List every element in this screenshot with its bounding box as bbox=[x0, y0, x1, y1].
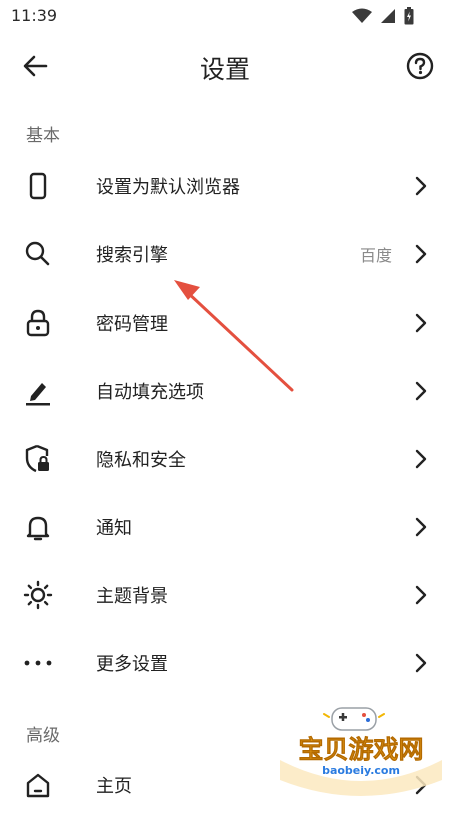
watermark-title: 宝贝游戏网 bbox=[298, 735, 423, 764]
watermark-url: baobeiy.com bbox=[322, 764, 400, 777]
settings-item-more[interactable]: 更多设置 bbox=[0, 629, 450, 697]
settings-item-privacy[interactable]: 隐私和安全 bbox=[0, 425, 450, 493]
settings-item-label: 主题背景 bbox=[96, 586, 168, 607]
settings-item-theme[interactable]: 主题背景 bbox=[0, 561, 450, 629]
settings-item-password[interactable]: 密码管理 bbox=[0, 289, 450, 357]
settings-item-label: 密码管理 bbox=[96, 314, 168, 335]
settings-item-label: 更多设置 bbox=[96, 654, 168, 675]
settings-item-label: 隐私和安全 bbox=[96, 450, 186, 471]
page-title: 设置 bbox=[199, 55, 250, 84]
status-icons bbox=[352, 7, 414, 25]
settings-item-label: 自动填充选项 bbox=[96, 382, 204, 403]
lock-icon bbox=[26, 309, 50, 337]
signal-icon bbox=[381, 9, 395, 23]
pen-icon bbox=[26, 383, 50, 406]
status-bar: 11:39 bbox=[0, 0, 450, 32]
app-bar: 设置 bbox=[0, 36, 450, 96]
settings-item-label: 搜索引擎 bbox=[96, 245, 168, 266]
gamepad-icon bbox=[323, 707, 385, 731]
chevron-right-icon bbox=[415, 449, 427, 469]
bell-icon bbox=[26, 516, 50, 541]
help-icon[interactable] bbox=[404, 50, 436, 82]
watermark-logo: 宝贝游戏网 baobeiy.com bbox=[280, 707, 442, 796]
settings-item-label: 通知 bbox=[96, 518, 132, 539]
section-header-basic: 基本 bbox=[26, 126, 60, 146]
status-time: 11:39 bbox=[11, 6, 58, 25]
settings-item-value: 百度 bbox=[359, 246, 392, 265]
battery-icon bbox=[404, 7, 414, 25]
phone-icon bbox=[29, 172, 47, 200]
sun-icon bbox=[23, 580, 53, 610]
settings-item-notifications[interactable]: 通知 bbox=[0, 493, 450, 561]
home-icon bbox=[26, 773, 50, 798]
wifi-icon bbox=[352, 8, 372, 23]
settings-item-search-engine[interactable]: 搜索引擎 百度 bbox=[0, 220, 450, 288]
chevron-right-icon bbox=[415, 313, 427, 333]
settings-item-label: 主页 bbox=[96, 776, 132, 797]
chevron-right-icon bbox=[415, 381, 427, 401]
chevron-right-icon bbox=[415, 653, 427, 673]
settings-item-label: 设置为默认浏览器 bbox=[96, 177, 240, 198]
chevron-right-icon bbox=[415, 585, 427, 605]
shield-lock-icon bbox=[25, 444, 49, 473]
settings-item-default-browser[interactable]: 设置为默认浏览器 bbox=[0, 152, 450, 220]
chevron-right-icon bbox=[415, 244, 427, 264]
section-header-advanced: 高级 bbox=[26, 726, 60, 746]
chevron-right-icon bbox=[415, 176, 427, 196]
search-icon bbox=[25, 241, 50, 266]
more-dots-icon bbox=[24, 660, 52, 666]
settings-item-autofill[interactable]: 自动填充选项 bbox=[0, 357, 450, 425]
chevron-right-icon bbox=[415, 517, 427, 537]
